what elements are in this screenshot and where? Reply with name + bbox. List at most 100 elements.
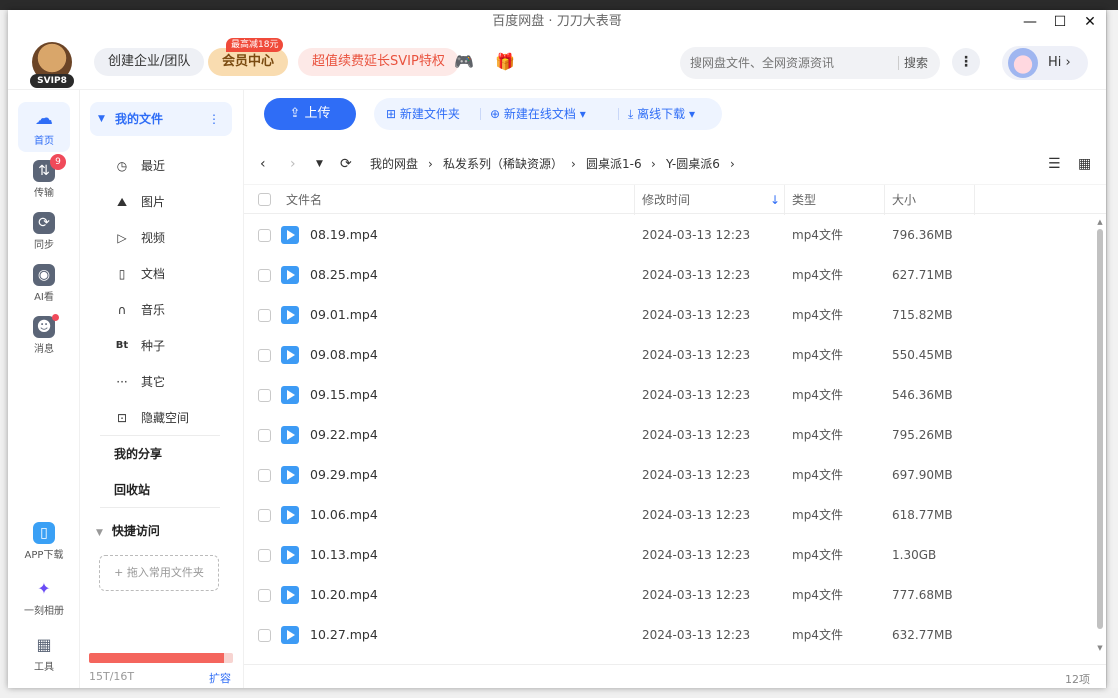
scroll-down-icon[interactable]: ▼ (1095, 643, 1105, 653)
more-menu-icon[interactable]: ⋮ (952, 48, 980, 76)
table-row[interactable]: 09.15.mp4 2024-03-13 12:23 mp4文件 546.36M… (244, 375, 1094, 415)
offline-download-button[interactable]: ⤓ 离线下载 ▾ (628, 98, 695, 130)
sidebar-item-video[interactable]: ▷ 视频 (114, 224, 224, 252)
table-row[interactable]: 08.25.mp4 2024-03-13 12:23 mp4文件 627.71M… (244, 255, 1094, 295)
vertical-scrollbar[interactable]: ▲ ▼ (1094, 215, 1106, 655)
sidebar-item-other[interactable]: ··· 其它 (114, 368, 224, 396)
row-checkbox[interactable] (258, 309, 271, 322)
caret-down-icon: ▾ (579, 107, 586, 121)
video-file-icon (281, 506, 299, 524)
maximize-icon[interactable]: ☐ (1052, 14, 1068, 30)
upload-button[interactable]: ⇪ 上传 (264, 98, 356, 130)
rail-messages[interactable]: ☻ 消息 (18, 310, 70, 360)
table-row[interactable]: 10.27.mp4 2024-03-13 12:23 mp4文件 632.77M… (244, 615, 1094, 655)
video-file-icon (281, 266, 299, 284)
sidebar-item-my-share[interactable]: 我的分享 (114, 440, 224, 468)
row-checkbox[interactable] (258, 469, 271, 482)
sidebar-item-docs[interactable]: ▯ 文档 (114, 260, 224, 288)
table-row[interactable]: 10.13.mp4 2024-03-13 12:23 mp4文件 1.30GB (244, 535, 1094, 575)
file-name: 10.06.mp4 (310, 507, 378, 522)
file-type: mp4文件 (792, 548, 843, 562)
forward-icon[interactable]: › (290, 144, 296, 184)
my-files-header[interactable]: ▼ 我的文件 ⋮ (90, 102, 232, 136)
storage-quota-text: 15T/16T (89, 670, 135, 683)
gift-icon[interactable]: 🎁 (495, 52, 515, 72)
rail-album[interactable]: ✦ 一刻相册 (18, 572, 70, 622)
expand-storage-link[interactable]: 扩容 (209, 670, 231, 686)
new-folder-button[interactable]: ⊞ 新建文件夹 (386, 98, 460, 130)
row-checkbox[interactable] (258, 509, 271, 522)
table-row[interactable]: 09.08.mp4 2024-03-13 12:23 mp4文件 550.45M… (244, 335, 1094, 375)
file-type: mp4文件 (792, 428, 843, 442)
chevron-right-icon: › (571, 157, 576, 171)
rail-home[interactable]: ☁ 首页 (18, 102, 70, 152)
search-button[interactable]: 搜索 (904, 47, 928, 79)
row-checkbox[interactable] (258, 349, 271, 362)
scrollbar-thumb[interactable] (1097, 229, 1103, 629)
gamepad-icon[interactable]: 🎮 (454, 52, 474, 72)
breadcrumb-item[interactable]: 圆桌派1-6 (586, 144, 642, 184)
rail-sync[interactable]: ⟳ 同步 (18, 206, 70, 256)
scroll-up-icon[interactable]: ▲ (1095, 217, 1105, 227)
minimize-icon[interactable]: — (1022, 14, 1038, 30)
sidebar-item-images[interactable]: ⛰ 图片 (114, 188, 224, 216)
rail-app-download[interactable]: ▯ APP下载 (18, 516, 70, 566)
column-modified[interactable]: 修改时间 (642, 185, 690, 215)
grid-view-icon[interactable]: ▦ (1078, 144, 1091, 184)
row-checkbox[interactable] (258, 229, 271, 242)
column-name[interactable]: 文件名 (286, 185, 322, 215)
svip-renew-button[interactable]: 超值续费延长SVIP特权 (298, 48, 459, 76)
sort-list-icon[interactable]: ☰ (1048, 144, 1061, 184)
quick-access-header[interactable]: ▼ 快捷访问 (96, 517, 160, 545)
row-checkbox[interactable] (258, 549, 271, 562)
sidebar-item-music[interactable]: ∩ 音乐 (114, 296, 224, 324)
sidebar: ▼ 我的文件 ⋮ ◷ 最近 ⛰ 图片 ▷ 视频 ▯ 文档 ∩ 音乐 Bt 种子 (80, 90, 244, 688)
sidebar-item-recycle-bin[interactable]: 回收站 (114, 476, 224, 504)
search-input[interactable] (690, 53, 890, 73)
sidebar-item-recent[interactable]: ◷ 最近 (114, 152, 224, 180)
file-size: 546.36MB (892, 388, 953, 402)
table-row[interactable]: 08.19.mp4 2024-03-13 12:23 mp4文件 796.36M… (244, 215, 1094, 255)
item-count: 12项 (1065, 673, 1090, 686)
file-modified: 2024-03-13 12:23 (642, 548, 751, 562)
history-dropdown-icon[interactable]: ▼ (316, 144, 323, 184)
close-icon[interactable]: ✕ (1082, 14, 1098, 30)
file-type: mp4文件 (792, 508, 843, 522)
more-vertical-icon[interactable]: ⋮ (208, 102, 220, 136)
file-type: mp4文件 (792, 228, 843, 242)
table-row[interactable]: 10.20.mp4 2024-03-13 12:23 mp4文件 777.68M… (244, 575, 1094, 615)
table-row[interactable]: 09.29.mp4 2024-03-13 12:23 mp4文件 697.90M… (244, 455, 1094, 495)
row-checkbox[interactable] (258, 589, 271, 602)
table-row[interactable]: 09.22.mp4 2024-03-13 12:23 mp4文件 795.26M… (244, 415, 1094, 455)
row-checkbox[interactable] (258, 389, 271, 402)
video-file-icon (281, 346, 299, 364)
row-checkbox[interactable] (258, 429, 271, 442)
column-type[interactable]: 类型 (792, 185, 816, 215)
sidebar-item-torrent[interactable]: Bt 种子 (114, 332, 224, 360)
column-size[interactable]: 大小 (892, 185, 916, 215)
create-org-button[interactable]: 创建企业/团队 (94, 48, 205, 76)
chevron-right-icon: › (730, 157, 735, 171)
back-icon[interactable]: ‹ (260, 144, 266, 184)
rail-tools[interactable]: ▦ 工具 (18, 628, 70, 678)
new-online-doc-button[interactable]: ⊕ 新建在线文档 ▾ (490, 98, 586, 130)
rail-transfer[interactable]: ⇅ 传输 9 (18, 154, 70, 204)
table-row[interactable]: 09.01.mp4 2024-03-13 12:23 mp4文件 715.82M… (244, 295, 1094, 335)
lock-icon: ⊡ (116, 411, 128, 425)
breadcrumb-item[interactable]: 我的网盘 (370, 144, 418, 184)
refresh-icon[interactable]: ⟳ (340, 144, 352, 184)
assistant-button[interactable]: Hi › (1002, 46, 1088, 80)
breadcrumb-item[interactable]: 私发系列（稀缺资源） (443, 144, 563, 184)
vip-center-button[interactable]: 会员中心 (208, 48, 289, 76)
drop-favorite-folder-zone[interactable]: + 拖入常用文件夹 (99, 555, 219, 591)
table-row[interactable]: 10.06.mp4 2024-03-13 12:23 mp4文件 618.77M… (244, 495, 1094, 535)
breadcrumb-item[interactable]: Y-圆桌派6 (666, 144, 720, 184)
row-checkbox[interactable] (258, 269, 271, 282)
sort-desc-icon[interactable]: ↓ (770, 185, 780, 215)
sidebar-item-hidden-space[interactable]: ⊡ 隐藏空间 (114, 404, 224, 432)
row-checkbox[interactable] (258, 629, 271, 642)
rail-ai[interactable]: ◉ AI看 (18, 258, 70, 308)
file-name: 08.25.mp4 (310, 267, 378, 282)
select-all-checkbox[interactable] (258, 193, 271, 206)
file-size: 550.45MB (892, 348, 953, 362)
